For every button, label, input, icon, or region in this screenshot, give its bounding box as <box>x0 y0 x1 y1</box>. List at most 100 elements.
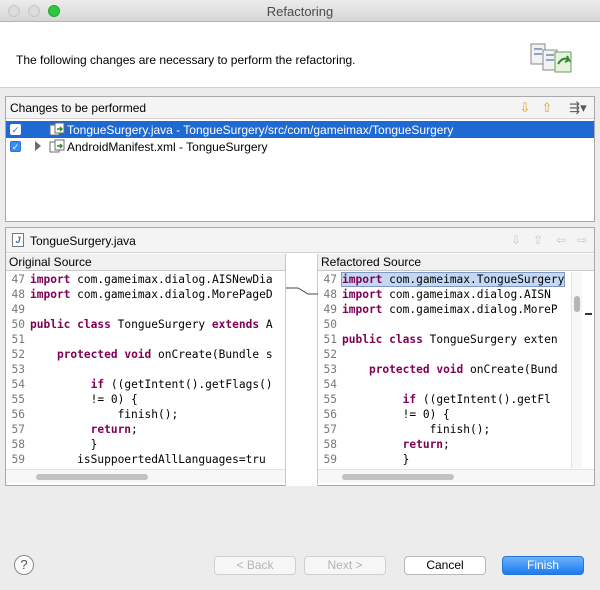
line-number: 49 <box>11 303 25 316</box>
previous-change-icon[interactable]: ⇧ <box>539 100 555 116</box>
wizard-header: The following changes are necessary to p… <box>0 22 600 88</box>
code-text: protected void onCreate(Bundle s <box>56 348 273 361</box>
line-number: 52 <box>323 348 337 361</box>
change-checkbox-java[interactable]: ✓ <box>10 124 21 135</box>
code-line: 51 <box>6 332 285 347</box>
code-line: 48 import com.gameimax.dialog.MorePageD <box>6 287 285 302</box>
code-line: 58 return; <box>318 437 570 452</box>
original-scroll-thumb[interactable] <box>36 474 148 480</box>
line-number: 58 <box>323 438 337 451</box>
line-number: 54 <box>323 378 337 391</box>
expand-arrow-icon[interactable] <box>35 141 41 151</box>
change-label-manifest: AndroidManifest.xml - TongueSurgery <box>67 140 268 154</box>
next-change-icon[interactable]: ⇩ <box>517 100 533 116</box>
compare-panel-header: J TongueSurgery.java ⇩ ⇧ ⇦ ⇨ <box>6 228 594 253</box>
code-line: 47 import com.gameimax.dialog.AISNewDia <box>6 272 285 287</box>
code-line: 57 finish(); <box>318 422 570 437</box>
line-number: 59 <box>11 453 25 466</box>
line-number: 51 <box>323 333 337 346</box>
window-title: Refactoring <box>266 4 334 19</box>
filter-changes-icon[interactable]: ⇶▾ <box>564 100 592 116</box>
copy-right-icon[interactable]: ⇨ <box>575 233 589 247</box>
compare-file-title: TongueSurgery.java <box>30 234 136 248</box>
line-number: 57 <box>323 423 337 436</box>
line-number: 58 <box>11 438 25 451</box>
code-line: 50 <box>318 317 570 332</box>
refactored-source-viewer[interactable]: 47 import com.gameimax.TongueSurgery 48 imp… <box>318 272 570 468</box>
finish-button[interactable]: Finish <box>502 556 584 575</box>
code-text: public class TongueSurgery exten <box>342 333 558 346</box>
code-line: 51 public class TongueSurgery exten <box>318 332 570 347</box>
change-connector <box>286 287 319 295</box>
text-file-change-icon <box>49 139 65 153</box>
line-number: 56 <box>323 408 337 421</box>
change-item-manifest[interactable]: ✓ AndroidManifest.xml - TongueSurgery <box>6 138 594 155</box>
code-text: return; <box>90 423 138 436</box>
code-text: } <box>30 438 98 451</box>
code-text: isSuppoertedAllLanguages=tru <box>77 453 266 466</box>
change-label-java: TongueSurgery.java - TongueSurgery/src/c… <box>67 123 454 137</box>
code-line: 56 != 0) { <box>318 407 570 422</box>
code-text: import com.gameimax.dialog.AISNewDia <box>30 273 273 286</box>
compare-center-gutter <box>285 254 319 486</box>
cancel-button[interactable]: Cancel <box>404 556 486 575</box>
original-horizontal-scrollbar[interactable] <box>6 469 285 483</box>
previous-difference-icon[interactable]: ⇧ <box>531 233 545 247</box>
title-bar: Refactoring <box>0 0 600 22</box>
code-text: finish(); <box>429 423 491 436</box>
code-line: 49 import com.gameimax.dialog.MoreP <box>318 302 570 317</box>
java-file-icon: J <box>12 233 24 247</box>
code-line: 56 finish(); <box>6 407 285 422</box>
refactored-scroll-thumb[interactable] <box>342 474 454 480</box>
code-text: protected void onCreate(Bund <box>368 363 558 376</box>
code-line: 58 } <box>6 437 285 452</box>
code-line: 57 return; <box>6 422 285 437</box>
code-line: 55 != 0) { <box>6 392 285 407</box>
refactored-horizontal-scrollbar[interactable] <box>318 469 594 483</box>
refactored-vertical-scrollbar[interactable] <box>571 272 582 468</box>
code-text: finish(); <box>117 408 179 421</box>
code-line: 53 <box>6 362 285 377</box>
line-number: 49 <box>323 303 337 316</box>
line-number: 47 <box>323 273 337 286</box>
line-number: 57 <box>11 423 25 436</box>
code-text: import com.gameimax.TongueSurgery <box>340 272 566 287</box>
vertical-scroll-thumb[interactable] <box>574 296 580 312</box>
code-text: public class TongueSurgery extends A <box>30 318 273 331</box>
line-number: 50 <box>323 318 337 331</box>
copy-left-icon[interactable]: ⇦ <box>554 233 568 247</box>
header-message: The following changes are necessary to p… <box>16 53 356 67</box>
code-line: 52 <box>318 347 570 362</box>
line-number: 48 <box>323 288 337 301</box>
line-number: 53 <box>11 363 25 376</box>
code-text: return; <box>402 438 450 451</box>
overview-ruler[interactable] <box>583 272 594 468</box>
refactoring-wizard-icon <box>530 43 572 73</box>
code-line: 50 public class TongueSurgery extends A <box>6 317 285 332</box>
code-text: != 0) { <box>30 393 138 406</box>
code-text: import com.gameimax.dialog.AISN <box>342 288 551 301</box>
code-line: 47 import com.gameimax.TongueSurgery <box>318 272 570 287</box>
code-text: if ((getIntent().getFlags() <box>90 378 273 391</box>
changes-panel-title: Changes to be performed <box>10 101 147 115</box>
back-button[interactable]: < Back <box>214 556 296 575</box>
code-line: 55 if ((getIntent().getFl <box>318 392 570 407</box>
code-line: 54 if ((getIntent().getFlags() <box>6 377 285 392</box>
code-line: 48 import com.gameimax.dialog.AISN <box>318 287 570 302</box>
line-number: 55 <box>323 393 337 406</box>
line-number: 50 <box>11 318 25 331</box>
changes-panel-header: Changes to be performed ⇩ ⇧ ⇶▾ <box>6 97 594 119</box>
next-difference-icon[interactable]: ⇩ <box>509 233 523 247</box>
code-text: != 0) { <box>342 408 450 421</box>
change-item-java[interactable]: ✓ TongueSurgery.java - TongueSurgery/src… <box>6 121 594 138</box>
code-text: } <box>342 453 410 466</box>
help-button[interactable]: ? <box>14 555 34 575</box>
compilation-unit-change-icon <box>49 122 65 136</box>
change-marker <box>585 313 592 315</box>
next-button[interactable]: Next > <box>304 556 386 575</box>
line-number: 53 <box>323 363 337 376</box>
line-number: 54 <box>11 378 25 391</box>
change-checkbox-manifest[interactable]: ✓ <box>10 141 21 152</box>
code-text: if ((getIntent().getFl <box>402 393 551 406</box>
original-source-viewer[interactable]: 47 import com.gameimax.dialog.AISNewDia 48… <box>6 272 285 468</box>
